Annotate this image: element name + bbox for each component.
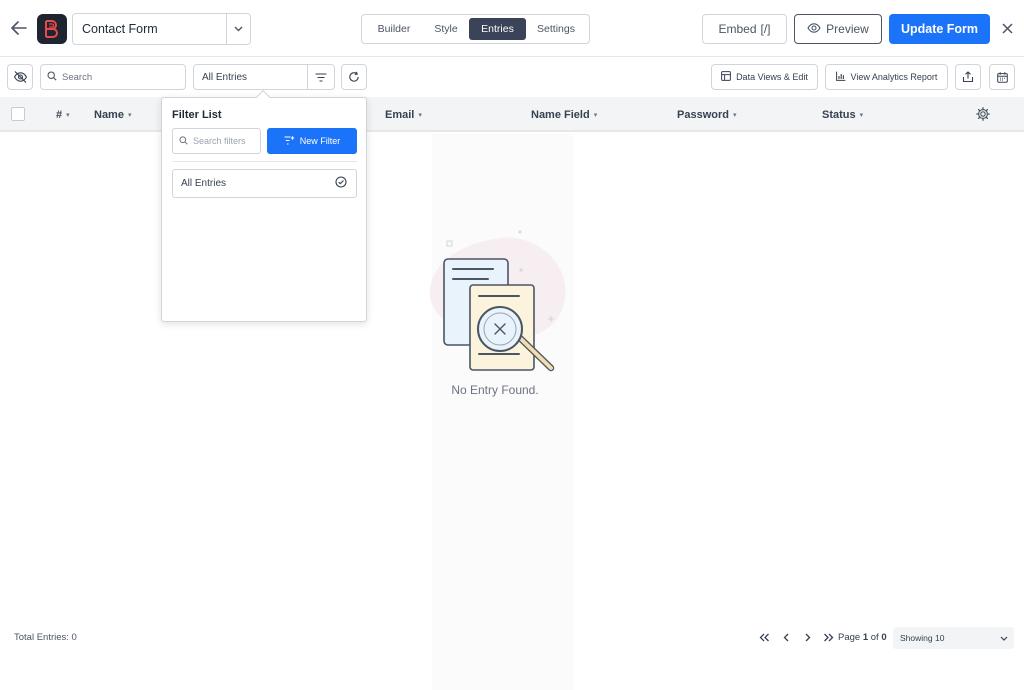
check-circle-icon — [335, 176, 347, 191]
prev-page-icon[interactable] — [779, 630, 793, 644]
data-views-button[interactable]: Data Views & Edit — [711, 64, 818, 90]
filter-item-label: All Entries — [181, 178, 227, 189]
form-selector[interactable]: Contact Form — [72, 13, 251, 45]
chevron-down-icon[interactable] — [226, 14, 250, 44]
sort-caret-icon: ▾ — [66, 111, 70, 119]
search-input[interactable]: Search — [40, 64, 186, 90]
preview-button[interactable]: Preview — [794, 14, 882, 44]
calendar-icon[interactable] — [989, 64, 1015, 90]
search-placeholder: Search — [62, 71, 93, 83]
table-header: # ▾ Name ▾ Email ▾ Name Field ▾ Password ▾ St… — [0, 97, 1024, 132]
column-label: Password — [677, 108, 729, 121]
sort-caret-icon: ▾ — [418, 111, 422, 119]
sort-caret-icon: ▾ — [593, 111, 598, 119]
divider — [172, 161, 357, 162]
tab-style[interactable]: Style — [423, 18, 469, 40]
eye-icon — [807, 22, 821, 36]
tab-builder[interactable]: Builder — [365, 18, 423, 40]
table-icon — [721, 71, 731, 83]
filter-list-title: Filter List — [172, 109, 222, 121]
page-size-select[interactable]: Showing 10 — [893, 627, 1014, 649]
sort-caret-icon: ▾ — [127, 111, 132, 119]
next-page-icon[interactable] — [800, 630, 814, 644]
new-filter-button[interactable]: New Filter — [267, 128, 357, 154]
preview-label: Preview — [826, 22, 869, 36]
update-form-button[interactable]: Update Form — [889, 14, 990, 44]
bar-chart-icon — [835, 71, 846, 83]
search-icon — [179, 135, 188, 147]
export-icon[interactable] — [955, 64, 981, 90]
entries-filter-value: All Entries — [202, 71, 248, 83]
page-total: 0 — [881, 632, 887, 643]
column-header-name-field[interactable]: Name Field ▾ — [531, 97, 597, 132]
brand-logo-icon[interactable] — [37, 14, 67, 44]
column-label: Status — [822, 108, 856, 121]
column-header-password[interactable]: Password ▾ — [677, 97, 736, 132]
page-indicator: Page 1 of 0 — [838, 632, 887, 643]
filter-list-popover: Filter List Search filters New Filter Al… — [161, 97, 367, 322]
data-views-label: Data Views & Edit — [736, 72, 808, 82]
top-header: Contact Form Builder Style Entries Setti… — [0, 0, 1024, 57]
empty-state-message: No Entry Found. — [451, 383, 539, 397]
form-name: Contact Form — [82, 22, 158, 36]
column-highlight — [432, 134, 574, 690]
filter-item-all-entries[interactable]: All Entries — [172, 169, 357, 198]
page-prefix: Page — [838, 632, 861, 643]
analytics-label: View Analytics Report — [850, 72, 938, 82]
column-header-status[interactable]: Status ▾ — [822, 97, 863, 132]
analytics-button[interactable]: View Analytics Report — [825, 64, 948, 90]
column-header-id[interactable]: # ▾ — [56, 97, 70, 132]
filter-plus-icon — [284, 135, 295, 147]
column-header-email[interactable]: Email ▾ — [385, 97, 422, 132]
close-icon[interactable] — [999, 20, 1016, 37]
mode-tabs: Builder Style Entries Settings — [361, 14, 590, 44]
tab-settings[interactable]: Settings — [526, 18, 586, 40]
column-label: Name Field — [531, 108, 590, 121]
no-entries-illustration — [420, 228, 570, 378]
select-all-checkbox[interactable] — [11, 107, 25, 121]
page-current: 1 — [862, 632, 869, 643]
chevron-down-icon — [1000, 633, 1008, 643]
column-label: Email — [385, 108, 415, 121]
total-entries: Total Entries: 0 — [14, 632, 77, 643]
page-size-value: Showing 10 — [900, 633, 945, 643]
tab-entries[interactable]: Entries — [469, 18, 526, 40]
column-label: Name — [94, 108, 124, 121]
entries-filter-select[interactable]: All Entries — [193, 64, 335, 90]
filter-lines-icon[interactable] — [307, 65, 334, 89]
back-arrow-icon[interactable] — [8, 17, 30, 39]
new-filter-label: New Filter — [299, 136, 341, 146]
sort-caret-icon: ▾ — [859, 111, 864, 119]
entries-toolbar: Search All Entries Data Views & Edit Vie… — [0, 57, 1024, 97]
refresh-icon[interactable] — [341, 64, 367, 90]
sort-caret-icon: ▾ — [732, 111, 737, 119]
embed-label: Embed — [718, 22, 757, 36]
embed-code-icon: [/] — [760, 22, 771, 36]
embed-button[interactable]: Embed [/] — [702, 14, 787, 44]
last-page-icon[interactable] — [821, 630, 835, 644]
search-icon — [47, 70, 57, 84]
column-label: # — [56, 108, 63, 121]
filter-search-placeholder: Search filters — [193, 136, 246, 146]
column-header-name[interactable]: Name ▾ — [94, 97, 131, 132]
filter-search-input[interactable]: Search filters — [172, 128, 261, 154]
page-of: of — [870, 632, 879, 643]
first-page-icon[interactable] — [757, 630, 771, 644]
eye-off-icon[interactable] — [7, 64, 33, 90]
gear-icon[interactable] — [975, 106, 991, 122]
